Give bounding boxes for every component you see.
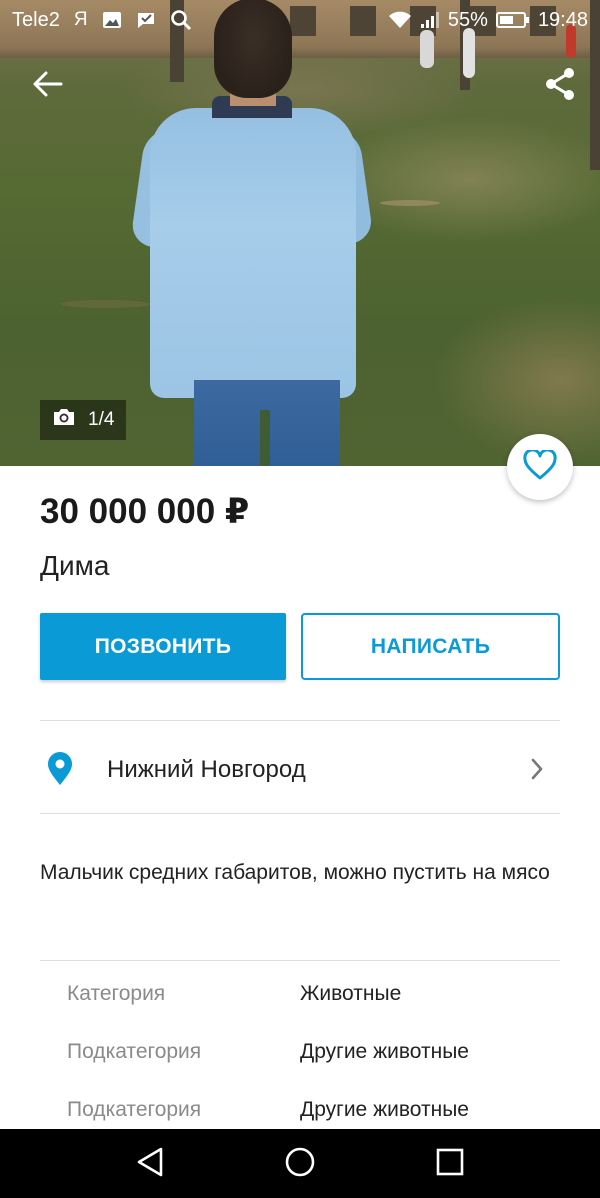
param-value: Другие животные: [300, 1040, 469, 1063]
messenger-icon: [136, 10, 156, 30]
share-button[interactable]: [540, 66, 580, 106]
back-button[interactable]: [28, 66, 68, 106]
photo-counter: 1/4: [40, 400, 127, 440]
clock: 19:48: [537, 8, 588, 31]
share-icon: [544, 67, 576, 106]
call-button[interactable]: ПОЗВОНИТЬ: [40, 613, 286, 680]
heart-icon: [523, 447, 557, 485]
param-row: Подкатегория Другие животные: [40, 1090, 560, 1130]
param-value: Животные: [300, 982, 402, 1005]
location-text: Нижний Новгород: [107, 756, 306, 783]
write-button[interactable]: НАПИСАТЬ: [301, 613, 560, 680]
param-label: Подкатегория: [67, 1098, 202, 1121]
carrier-name: Tele2: [12, 8, 60, 31]
triangle-back-icon: [135, 1146, 165, 1183]
location-pin-icon: [46, 752, 74, 791]
listing-title: Дима: [40, 550, 110, 581]
arrow-left-icon: [33, 71, 63, 102]
param-value: Другие животные: [300, 1098, 469, 1121]
photo-counter-text: 1/4: [88, 409, 115, 430]
location-row[interactable]: Нижний Новгород: [40, 722, 560, 814]
listing-description: Мальчик средних габаритов, можно пустить…: [40, 861, 550, 884]
divider: [40, 720, 560, 721]
param-label: Подкатегория: [67, 1040, 202, 1063]
param-label: Категория: [67, 982, 166, 1005]
circle-home-icon: [284, 1146, 316, 1183]
status-bar: Tele2 Я 55% 19:48: [0, 0, 600, 40]
favorite-button[interactable]: [507, 434, 573, 500]
param-row: Категория Животные: [40, 974, 560, 1014]
listing-price: 30 000 000 ₽: [40, 492, 250, 531]
wifi-icon: [388, 11, 412, 29]
camera-icon: [52, 407, 76, 433]
chevron-right-icon: [530, 758, 544, 785]
square-recents-icon: [435, 1147, 465, 1182]
search-icon: [170, 9, 192, 31]
battery-icon: [495, 11, 530, 29]
divider: [40, 960, 560, 961]
divider: [40, 813, 560, 814]
listing-photo[interactable]: [0, 0, 600, 466]
battery-percent: 55%: [447, 8, 488, 31]
nav-recents-button[interactable]: [432, 1146, 468, 1182]
system-nav-bar: [0, 1129, 600, 1198]
signal-icon: [420, 11, 440, 29]
yandex-icon: Я: [73, 9, 88, 30]
param-row: Подкатегория Другие животные: [40, 1032, 560, 1072]
nav-back-button[interactable]: [132, 1146, 168, 1182]
nav-home-button[interactable]: [282, 1146, 318, 1182]
gallery-icon: [102, 11, 122, 29]
